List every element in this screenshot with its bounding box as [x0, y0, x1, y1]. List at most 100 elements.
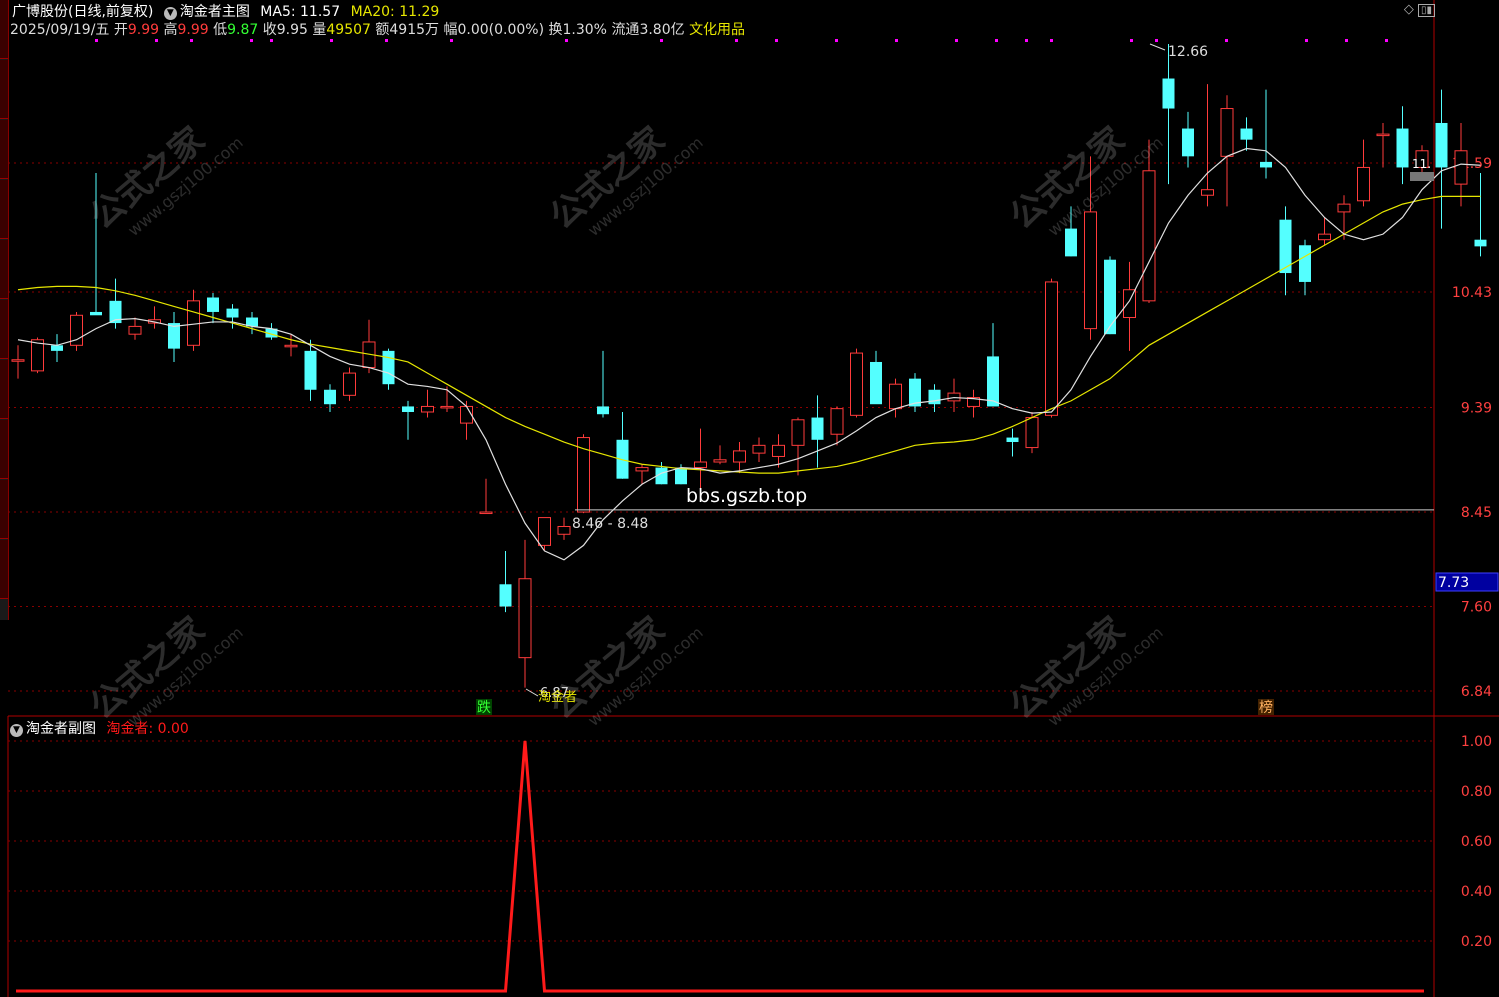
signal-dot [95, 39, 98, 42]
signal-dot [270, 39, 273, 42]
amount-value: 4915万 [389, 22, 440, 38]
signal-dot [895, 39, 898, 42]
float-value: 3.80亿 [639, 22, 685, 38]
signal-dot [1155, 39, 1158, 42]
candle-body-up [1357, 166, 1370, 202]
sub-panel-name[interactable]: 淘金者副图 [26, 721, 96, 737]
open-label: 开 [113, 22, 128, 38]
diamond-icon[interactable]: ◇ [1404, 2, 1414, 17]
sector-label[interactable]: 文化用品 [689, 22, 745, 38]
amplitude-label: 幅 [443, 22, 458, 38]
candle-body-up [421, 405, 434, 413]
candle-body-up [830, 408, 844, 435]
candle-body-down [1104, 259, 1116, 335]
candle-body-up [772, 444, 785, 457]
candle-body-up [518, 578, 532, 659]
candle-body-down [1065, 228, 1077, 257]
candle-body-up [1337, 203, 1351, 213]
y-tick-label: 7.60 [1461, 600, 1492, 616]
y-tick-label: 10.43 [1452, 285, 1492, 301]
stock-name[interactable]: 广博股份 [12, 4, 68, 20]
ma20-line [17, 195, 1481, 474]
candle-body-up [1123, 289, 1136, 319]
candle-body-up [128, 325, 142, 335]
sub-y-tick-label: 1.00 [1461, 734, 1492, 750]
candle-body-up [635, 467, 649, 472]
signal-dot [450, 39, 453, 42]
candle-body-down [987, 356, 999, 407]
indicator-name[interactable]: 淘金者主图 [180, 4, 250, 20]
sub-series-label: 淘金者: [106, 721, 154, 737]
ma20-value: 11.29 [399, 4, 440, 20]
candle-body-up [1201, 189, 1214, 196]
float-label: 流通 [611, 22, 640, 38]
y-tick-label: 8.45 [1461, 505, 1492, 521]
candle-body-up [1045, 281, 1058, 416]
last-price-tag: 11. [1412, 157, 1431, 171]
signal-dot [250, 39, 253, 42]
signal-dot [1345, 39, 1348, 42]
marker-die: 跌 [477, 700, 491, 716]
main-chart-header: 广博股份(日线,前复权) ▼ 淘金者主图 MA5: 11.57 MA20: 11.… [12, 1, 440, 20]
candle-body-up [1084, 211, 1097, 330]
candle-body-down [499, 584, 512, 607]
candle-body-down [1299, 245, 1311, 282]
amplitude-value: 0.00(0.00%) [457, 22, 545, 38]
candle-body-up [752, 444, 766, 454]
candle-body-up [889, 383, 902, 410]
candle-body-down [1260, 161, 1272, 168]
date-label: 2025/09/19/五 [10, 22, 110, 38]
period-label[interactable]: (日线,前复权) [68, 4, 153, 20]
candle-body-up [1220, 108, 1234, 157]
candle-body-up [1142, 170, 1156, 302]
chart-canvas[interactable]: 11.5910.439.398.457.606.84bbs.gszb.top8.… [0, 0, 1499, 997]
candle-body-down [207, 297, 219, 312]
candle-body-down [226, 308, 239, 318]
signal-dot [190, 39, 193, 42]
sub-chart-header: ▼ 淘金者副图 淘金者: 0.00 [10, 718, 189, 738]
ma5-label: MA5: [260, 4, 296, 20]
sub-series-line [16, 740, 1424, 993]
candle-body-up [791, 419, 805, 446]
candle-body-up [694, 461, 707, 469]
candle-body-up [538, 517, 551, 546]
volume-value: 49507 [326, 22, 371, 38]
candle-body-up [31, 339, 44, 372]
panel-toggle-icon[interactable]: ▯▮ [1417, 4, 1435, 17]
signal-dot [1305, 39, 1308, 42]
candle-body-down [1006, 437, 1019, 443]
candle-body-down [382, 350, 395, 385]
sub-y-tick-label: 0.80 [1461, 784, 1492, 800]
candle-body-down [51, 345, 63, 351]
candle-body-down [597, 406, 609, 415]
ma5-value: 11.57 [300, 4, 341, 20]
window-controls: ◇ ▯▮ [1404, 2, 1435, 17]
signal-dot [660, 39, 663, 42]
signal-dot [835, 39, 838, 42]
candle-body-up [284, 344, 298, 348]
close-value: 9.95 [276, 22, 308, 38]
close-label: 收 [262, 22, 277, 38]
high-mark-arrow [1149, 43, 1166, 51]
chevron-down-icon[interactable]: ▼ [10, 724, 23, 737]
candle-body-down [928, 389, 941, 405]
y-tick-label: 9.39 [1461, 401, 1492, 417]
last-price-tag-bg [1410, 172, 1434, 181]
candle-body-down [1162, 78, 1175, 109]
candle-body-up [557, 525, 571, 535]
sub-series-value: 0.00 [157, 721, 189, 737]
candle-body-up [440, 405, 454, 409]
signal-dot [155, 39, 158, 42]
signal-dot [330, 39, 333, 42]
low-value: 9.87 [227, 22, 259, 38]
signal-dot [1025, 39, 1028, 42]
candle-body-down [675, 467, 687, 485]
signal-dot [1225, 39, 1228, 42]
high-value: 9.99 [177, 22, 209, 38]
candle-body-up [479, 511, 493, 515]
y-tick-label: 6.84 [1461, 684, 1492, 700]
candle-body-up [850, 352, 863, 416]
low-mark-arrow [525, 688, 539, 697]
signal-dot [385, 39, 388, 42]
high-mark: 12.66 [1168, 44, 1208, 60]
